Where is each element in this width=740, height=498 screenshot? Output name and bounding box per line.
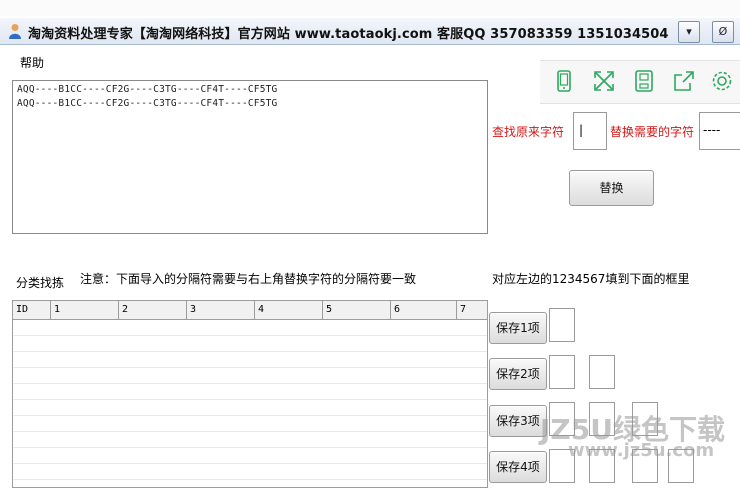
top-edge [0,0,740,16]
minimize-button[interactable]: ▾ [678,21,700,43]
watermark-url: www.jz5u.com [568,440,715,461]
menu-help[interactable]: 帮助 [20,54,44,71]
save-icon[interactable] [631,68,657,94]
window-title: 淘淘资料处理专家【淘淘网络科技】官方网站 www.taotaokj.com 客服… [28,27,669,42]
mapping-note: 对应左边的1234567填到下面的框里 [492,272,690,286]
source-textarea[interactable]: AQQ----B1CC----CF2G----C3TG----CF4T----C… [12,80,488,234]
title-bar: 淘淘资料处理专家【淘淘网络科技】官方网站 www.taotaokj.com 客服… [0,18,740,45]
col-header[interactable]: 5 [323,301,391,319]
slot-input[interactable] [549,355,575,389]
save-3-button[interactable]: 保存3项 [489,405,547,437]
app-person-icon [9,24,21,39]
col-header[interactable]: 6 [391,301,457,319]
share-icon[interactable] [671,68,697,94]
table-row[interactable] [13,320,487,336]
replace-label: 替换需要的字符 [610,125,695,139]
replace-button[interactable]: 替换 [569,170,654,206]
separator-note: 注意：下面导入的分隔符需要与右上角替换字符的分隔符要一致 [80,272,417,286]
settings-icon[interactable] [709,68,735,94]
close-button[interactable]: Ø [712,21,734,43]
phone-icon[interactable] [551,68,577,94]
col-header[interactable]: ID [13,301,51,319]
grid-header: ID 1 2 3 4 5 6 7 [13,301,487,320]
text-line: AQQ----B1CC----CF2G----C3TG----CF4T----C… [17,84,278,95]
replace-input[interactable]: ---- [699,112,740,150]
table-row[interactable] [13,432,487,448]
col-header[interactable]: 1 [51,301,119,319]
expand-icon[interactable] [591,68,617,94]
table-row[interactable] [13,352,487,368]
find-label: 查找原来字符 [492,125,565,139]
toolbar [540,60,740,104]
col-header[interactable]: 4 [255,301,323,319]
text-line: AQQ----B1CC----CF2G----C3TG----CF4T----C… [17,98,278,109]
table-row[interactable] [13,448,487,464]
data-grid[interactable]: ID 1 2 3 4 5 6 7 [12,300,488,488]
table-row[interactable] [13,416,487,432]
table-row[interactable] [13,464,487,480]
col-header[interactable]: 2 [119,301,187,319]
save-1-button[interactable]: 保存1项 [489,312,547,344]
slot-input[interactable] [589,355,615,389]
save-4-button[interactable]: 保存4项 [489,451,547,483]
find-input[interactable]: | [573,112,607,150]
table-row[interactable] [13,400,487,416]
slot-input[interactable] [549,308,575,342]
table-row[interactable] [13,384,487,400]
save-2-button[interactable]: 保存2项 [489,358,547,390]
table-row[interactable] [13,336,487,352]
col-header[interactable]: 7 [457,301,487,319]
classify-label: 分类找拣 [16,276,65,290]
table-row[interactable] [13,368,487,384]
col-header[interactable]: 3 [187,301,255,319]
